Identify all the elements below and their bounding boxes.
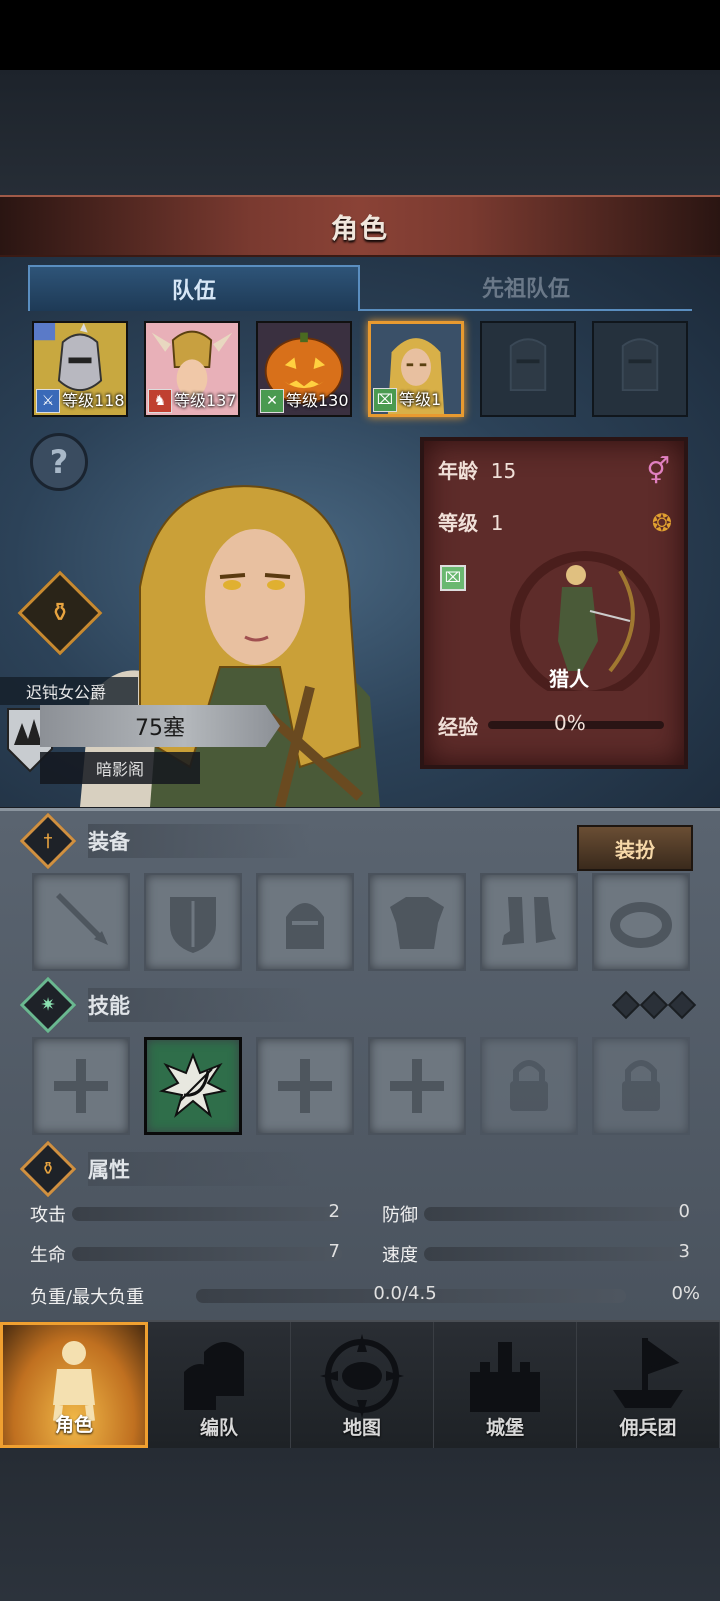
- fortress-label: 75塞: [40, 705, 280, 747]
- skill-points: [611, 990, 697, 1020]
- defense-label: 防御: [382, 1205, 418, 1226]
- hero-level: 等级137: [174, 391, 237, 410]
- level-row: 等级 1: [438, 511, 504, 535]
- top-band: [0, 70, 720, 195]
- exp-value: 0%: [554, 711, 586, 735]
- skills-header: ✷ 技能: [19, 976, 528, 1034]
- class-name: 猎人: [549, 667, 589, 691]
- character-panel: 队伍 先祖队伍 ⚔ 等级118 ♞ 等级137 ✕ 等级130 ⌧ 等级1 ? …: [0, 257, 720, 807]
- boots-icon: [502, 897, 556, 945]
- crossed-weapons-icon: ✕: [260, 389, 284, 413]
- header-bar: 角色: [0, 195, 720, 257]
- class-icon: ⌧: [440, 565, 466, 591]
- helmet-group-icon: [184, 1342, 244, 1410]
- castle-icon: [470, 1342, 540, 1412]
- nav-castle[interactable]: 城堡: [434, 1322, 577, 1448]
- empty-helmet-icon: [509, 338, 547, 392]
- skill-slot-empty[interactable]: [256, 1037, 354, 1135]
- empty-helmet-icon: [621, 338, 659, 392]
- knight-icon: [53, 1341, 95, 1421]
- team-slot-3[interactable]: ✕ 等级130: [256, 321, 352, 417]
- attack-value: 2: [328, 1201, 340, 1222]
- ring-slot[interactable]: [592, 873, 690, 971]
- bow-icon: ⌧: [373, 388, 397, 412]
- skill-slots: [32, 1037, 690, 1135]
- nav-mercenary[interactable]: 佣兵团: [577, 1322, 720, 1448]
- noble-title: 迟钝女公爵: [0, 677, 138, 705]
- armor-slot[interactable]: [368, 873, 466, 971]
- diamond-icon: [611, 990, 641, 1020]
- nav-formation[interactable]: 编队: [148, 1322, 291, 1448]
- cross-icon: [278, 1059, 332, 1113]
- hero-level: 等级130: [286, 391, 349, 410]
- bow-shot-icon: [158, 1052, 228, 1118]
- load-label: 负重/最大负重: [30, 1287, 145, 1308]
- armor-icon: [390, 897, 444, 949]
- bottom-area: [0, 1448, 720, 1601]
- weapon-slot[interactable]: [32, 873, 130, 971]
- guild-name[interactable]: 暗影阁: [40, 752, 200, 784]
- sword-icon: [56, 893, 108, 945]
- attack-label: 攻击: [30, 1205, 66, 1226]
- team-roster: ⚔ 等级118 ♞ 等级137 ✕ 等级130 ⌧ 等级1: [32, 321, 688, 417]
- defense-value: 0: [678, 1201, 690, 1222]
- age-row: 年龄 15: [438, 459, 517, 483]
- question-icon: ?: [49, 443, 69, 481]
- attributes-header: ⚱ 属性: [19, 1140, 528, 1198]
- skill-slot-locked: [480, 1037, 578, 1135]
- exp-label: 经验: [438, 715, 478, 739]
- diamond-icon: [639, 990, 669, 1020]
- skill-slot-empty[interactable]: [368, 1037, 466, 1135]
- dress-up-button[interactable]: 装扮: [577, 825, 693, 871]
- status-bar: [0, 0, 720, 70]
- helmet-icon: [286, 903, 324, 949]
- hero-level: 等级118: [62, 391, 125, 410]
- dagger-icon: †: [19, 812, 77, 870]
- hero-level: 等级1: [399, 390, 442, 409]
- speed-value: 3: [678, 1241, 690, 1262]
- nav-character[interactable]: 角色: [0, 1322, 148, 1448]
- load-value: 0.0/4.5: [373, 1283, 437, 1304]
- flask-icon: ⚱: [19, 1140, 77, 1198]
- cross-icon: [390, 1059, 444, 1113]
- team-slot-empty[interactable]: [480, 321, 576, 417]
- skill-slot-active[interactable]: [144, 1037, 242, 1135]
- sword-icon: ⚔: [36, 389, 60, 413]
- tab-ancestor-team[interactable]: 先祖队伍: [360, 265, 692, 311]
- cross-icon: [54, 1059, 108, 1113]
- hp-value: 7: [328, 1241, 340, 1262]
- page-title: 角色: [331, 213, 389, 245]
- compass-icon: [320, 1334, 404, 1418]
- team-slot-1[interactable]: ⚔ 等级118: [32, 321, 128, 417]
- ring-icon[interactable]: ❂: [652, 509, 672, 537]
- diamond-icon: [667, 990, 697, 1020]
- skill-slot-empty[interactable]: [32, 1037, 130, 1135]
- hp-label: 生命: [30, 1245, 66, 1266]
- female-icon: ⚥: [646, 457, 670, 487]
- boots-slot[interactable]: [480, 873, 578, 971]
- bottom-nav: 角色 编队 地图 城堡 佣兵团: [0, 1320, 720, 1448]
- lock-icon: [510, 1060, 548, 1111]
- shield-slot[interactable]: [144, 873, 242, 971]
- helmet-slot[interactable]: [256, 873, 354, 971]
- ship-icon: [613, 1338, 683, 1408]
- tab-team[interactable]: 队伍: [28, 265, 360, 311]
- team-slot-empty[interactable]: [592, 321, 688, 417]
- skill-slot-locked: [592, 1037, 690, 1135]
- shield-icon: [170, 897, 216, 953]
- info-banner: 年龄 15 ⚥ 等级 1 ❂ ⌧ 猎人 经验 0%: [420, 437, 688, 769]
- load-percent: 0%: [671, 1283, 700, 1304]
- star-burst-icon: ✷: [19, 976, 77, 1034]
- details-panel: † 装备 装扮 ✷ 技能 ⚱ 属性 攻击 2 防御 0 生命 7 速度 3 负重…: [0, 808, 720, 1320]
- potion-icon: ⚱: [49, 598, 71, 628]
- equipment-slots: [32, 873, 690, 971]
- team-slot-2[interactable]: ♞ 等级137: [144, 321, 240, 417]
- equipment-header: † 装备: [19, 812, 528, 870]
- speed-label: 速度: [382, 1245, 418, 1266]
- team-slot-4[interactable]: ⌧ 等级1: [368, 321, 464, 417]
- nav-map[interactable]: 地图: [291, 1322, 434, 1448]
- ring-icon: [610, 902, 672, 948]
- lock-icon: [622, 1060, 660, 1111]
- horse-icon: ♞: [148, 389, 172, 413]
